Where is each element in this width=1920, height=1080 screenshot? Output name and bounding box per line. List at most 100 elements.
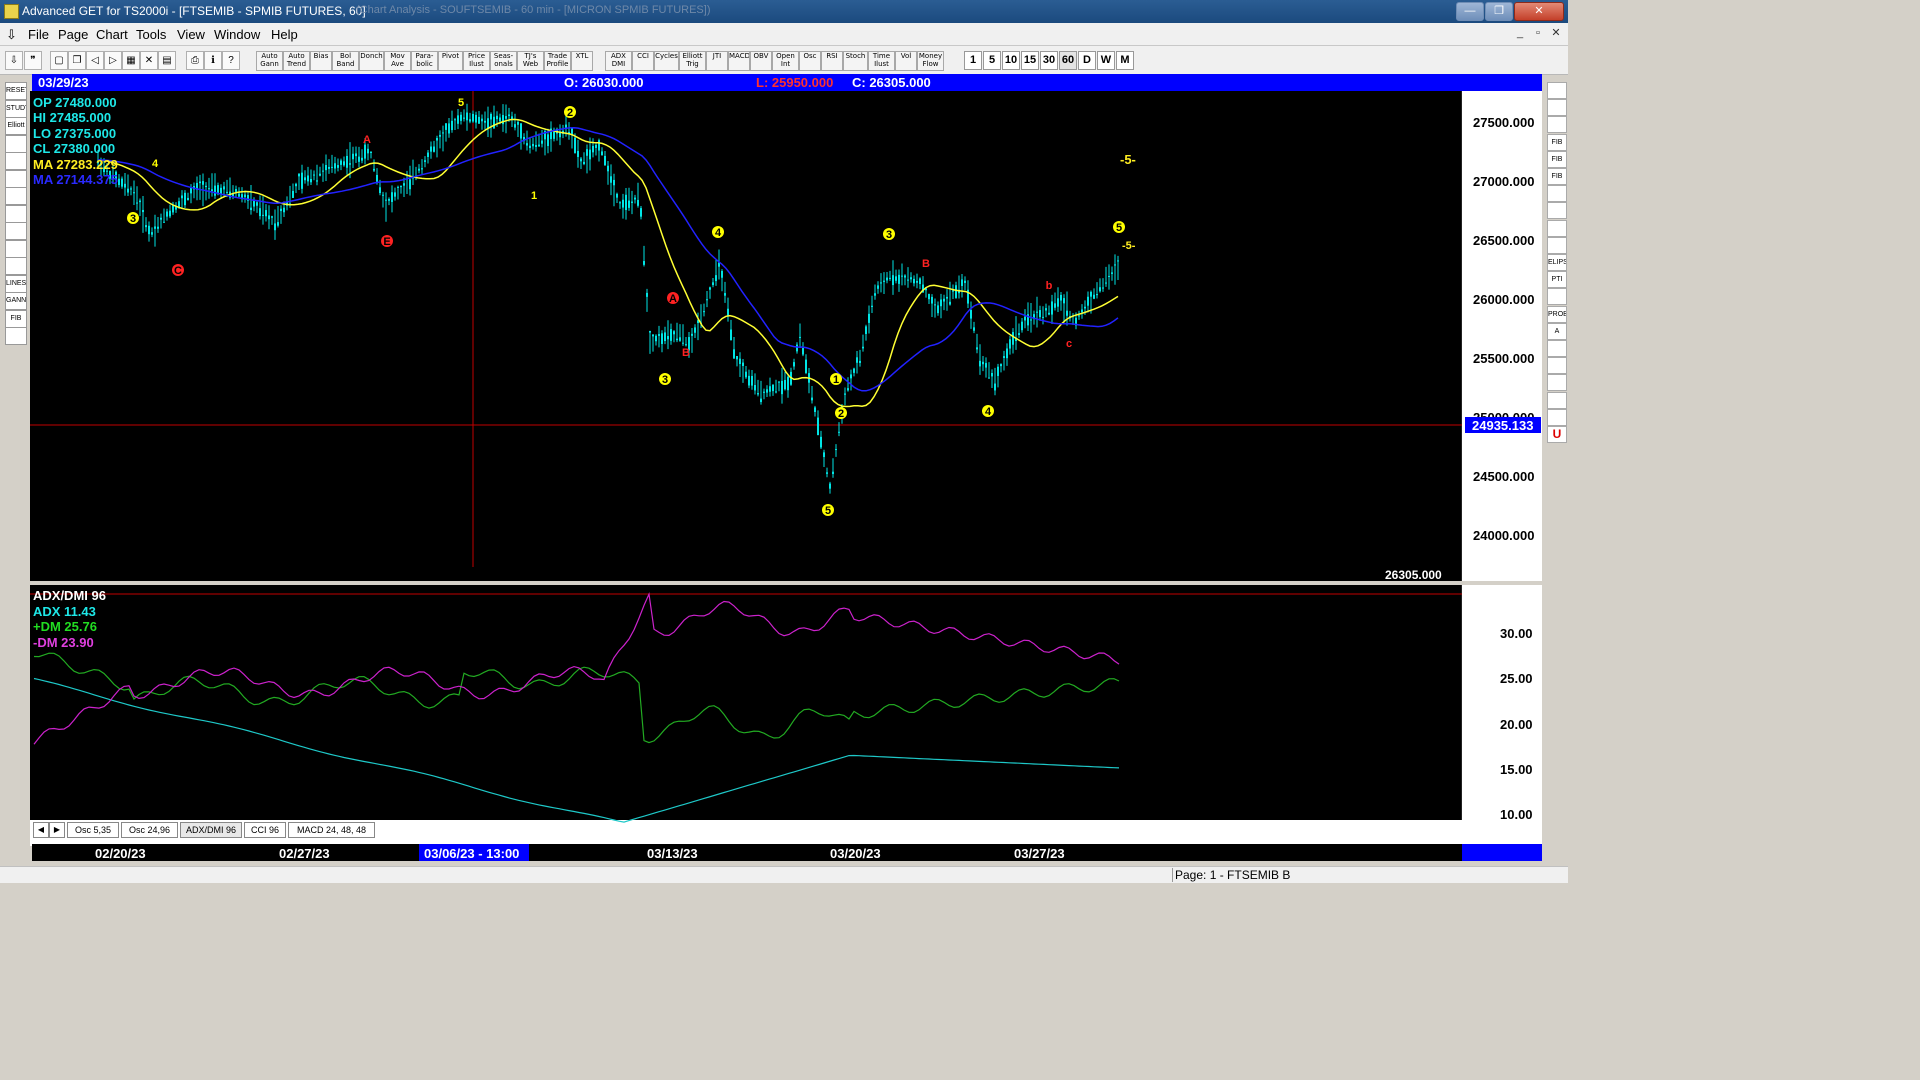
indicator-button[interactable]: Seas-onals [490, 51, 517, 71]
right-tool-button[interactable] [1547, 116, 1567, 134]
mdi-close-icon[interactable]: ✕ [1548, 26, 1564, 41]
left-tool-button[interactable]: STUDY [5, 99, 27, 118]
mdi-restore-icon[interactable]: ▫ [1530, 26, 1546, 41]
menu-page[interactable]: Page [58, 27, 88, 42]
left-tool-button[interactable] [5, 187, 27, 205]
indicator-button[interactable]: Elliott Trig [679, 51, 706, 71]
indicator-button[interactable]: Bol Band [332, 51, 359, 71]
indicator-button[interactable]: OBV [750, 51, 772, 71]
indicator-button[interactable]: CCI [632, 51, 654, 71]
right-tool-button[interactable]: U [1547, 426, 1567, 443]
indicator-button[interactable]: Open Int [772, 51, 799, 71]
close-button[interactable]: ✕ [1514, 2, 1564, 21]
left-tool-button[interactable] [5, 239, 27, 258]
indicator-button[interactable]: ADX DMI [605, 51, 632, 71]
indicator-button[interactable]: Vol [895, 51, 917, 71]
right-tool-button[interactable] [1547, 82, 1567, 99]
right-tool-button[interactable] [1547, 340, 1567, 357]
price-chart[interactable]: 3 4 C A E 1 2 5 4 3 3 1 2 5 4 5 A B Bb c [30, 91, 1542, 846]
right-tool-button[interactable] [1547, 185, 1567, 203]
left-tool-button[interactable] [5, 327, 27, 345]
menu-file[interactable]: File [28, 27, 49, 42]
right-tool-button[interactable] [1547, 202, 1567, 220]
pin-icon[interactable]: ⇩ [5, 51, 23, 70]
help-icon[interactable]: ? [222, 51, 240, 70]
indicator-button[interactable]: Time Ilust [868, 51, 895, 71]
left-tool-button[interactable]: FIB [5, 309, 27, 328]
new-page-icon[interactable]: ▢ [50, 51, 68, 70]
indicator-button[interactable]: Para-bolic [411, 51, 438, 71]
indicator-button[interactable]: Cycles [654, 51, 679, 71]
menu-chart[interactable]: Chart [96, 27, 128, 42]
minimize-button[interactable]: — [1456, 2, 1484, 21]
timeframe-button[interactable]: 15 [1021, 51, 1039, 70]
right-tool-button[interactable]: A [1547, 322, 1567, 340]
left-tool-button[interactable] [5, 204, 27, 223]
indicator-button[interactable]: RSI [821, 51, 843, 71]
indicator-button[interactable]: JTI [706, 51, 728, 71]
timeframe-button[interactable]: D [1078, 51, 1096, 70]
right-tool-button[interactable]: FIB EXT [1547, 150, 1567, 168]
indicator-tab[interactable]: Osc 24,96 [121, 822, 178, 838]
menu-window[interactable]: Window [214, 27, 260, 42]
print-icon[interactable]: ⎙ [186, 51, 204, 70]
mdi-minimize-icon[interactable]: _ [1512, 26, 1528, 41]
tab-scroll-right-icon[interactable]: ▶ [49, 822, 65, 838]
right-tool-button[interactable] [1547, 99, 1567, 117]
right-tool-button[interactable] [1547, 219, 1567, 237]
indicator-button[interactable]: Donch [359, 51, 384, 71]
right-tool-button[interactable] [1547, 391, 1567, 409]
indicator-button[interactable]: Bias [310, 51, 332, 71]
menu-view[interactable]: View [177, 27, 205, 42]
left-tool-button[interactable]: GANN [5, 292, 27, 310]
indicator-button[interactable]: Stoch [843, 51, 868, 71]
chart-window[interactable]: 3 4 C A E 1 2 5 4 3 3 1 2 5 4 5 A B Bb c [30, 91, 1542, 846]
back-icon[interactable]: ◁ [86, 51, 104, 70]
right-tool-button[interactable]: PTI [1547, 271, 1567, 289]
info-icon[interactable]: ℹ [204, 51, 222, 70]
indicator-button[interactable]: Trade Profile [544, 51, 571, 71]
right-tool-button[interactable]: FIB RET [1547, 133, 1567, 151]
pin-icon[interactable]: ⇩ [6, 27, 17, 43]
left-tool-button[interactable] [5, 169, 27, 188]
indicator-tab[interactable]: CCI 96 [244, 822, 286, 838]
right-tool-button[interactable] [1547, 374, 1567, 392]
timeframe-button[interactable]: M [1116, 51, 1134, 70]
timeframe-button[interactable]: 60 [1059, 51, 1077, 70]
right-tool-button[interactable]: PROB [1547, 305, 1567, 323]
indicator-button[interactable]: Price Ilust [463, 51, 490, 71]
timeframe-button[interactable]: 30 [1040, 51, 1058, 70]
indicator-tab[interactable]: MACD 24, 48, 48 [288, 822, 375, 838]
menu-help[interactable]: Help [271, 27, 298, 42]
right-tool-button[interactable]: ELIPS [1547, 254, 1567, 271]
indicator-button[interactable]: Mov Ave [384, 51, 411, 71]
maximize-button[interactable]: ❐ [1485, 2, 1513, 21]
indicator-button[interactable]: Pivot [438, 51, 463, 71]
left-tool-button[interactable] [5, 152, 27, 170]
delete-icon[interactable]: ✕ [140, 51, 158, 70]
timeframe-button[interactable]: 1 [964, 51, 982, 70]
indicator-tab[interactable]: ADX/DMI 96 [180, 822, 242, 838]
forward-icon[interactable]: ▷ [104, 51, 122, 70]
grid-icon[interactable]: ▦ [122, 51, 140, 70]
right-tool-button[interactable] [1547, 357, 1567, 375]
indicator-button[interactable]: MACD [728, 51, 750, 71]
left-tool-button[interactable]: RESET [5, 82, 27, 100]
right-tool-button[interactable]: FIB TIME [1547, 168, 1567, 185]
indicator-button[interactable]: Auto Trend [283, 51, 310, 71]
indicator-button[interactable]: Auto Gann [256, 51, 283, 71]
left-tool-button[interactable] [5, 222, 27, 240]
right-tool-button[interactable] [1547, 236, 1567, 254]
left-tool-button[interactable]: Elliott [5, 117, 27, 135]
quote-icon[interactable]: ❞ [24, 51, 42, 70]
left-tool-button[interactable] [5, 134, 27, 153]
tab-scroll-left-icon[interactable]: ◀ [33, 822, 49, 838]
copy-icon[interactable]: ❐ [68, 51, 86, 70]
right-tool-button[interactable] [1547, 288, 1567, 306]
indicator-button[interactable]: TJ's Web [517, 51, 544, 71]
left-tool-button[interactable]: LINES [5, 274, 27, 293]
menu-tools[interactable]: Tools [136, 27, 166, 42]
timeframe-button[interactable]: W [1097, 51, 1115, 70]
timeframe-button[interactable]: 5 [983, 51, 1001, 70]
indicator-tab[interactable]: Osc 5,35 [67, 822, 119, 838]
